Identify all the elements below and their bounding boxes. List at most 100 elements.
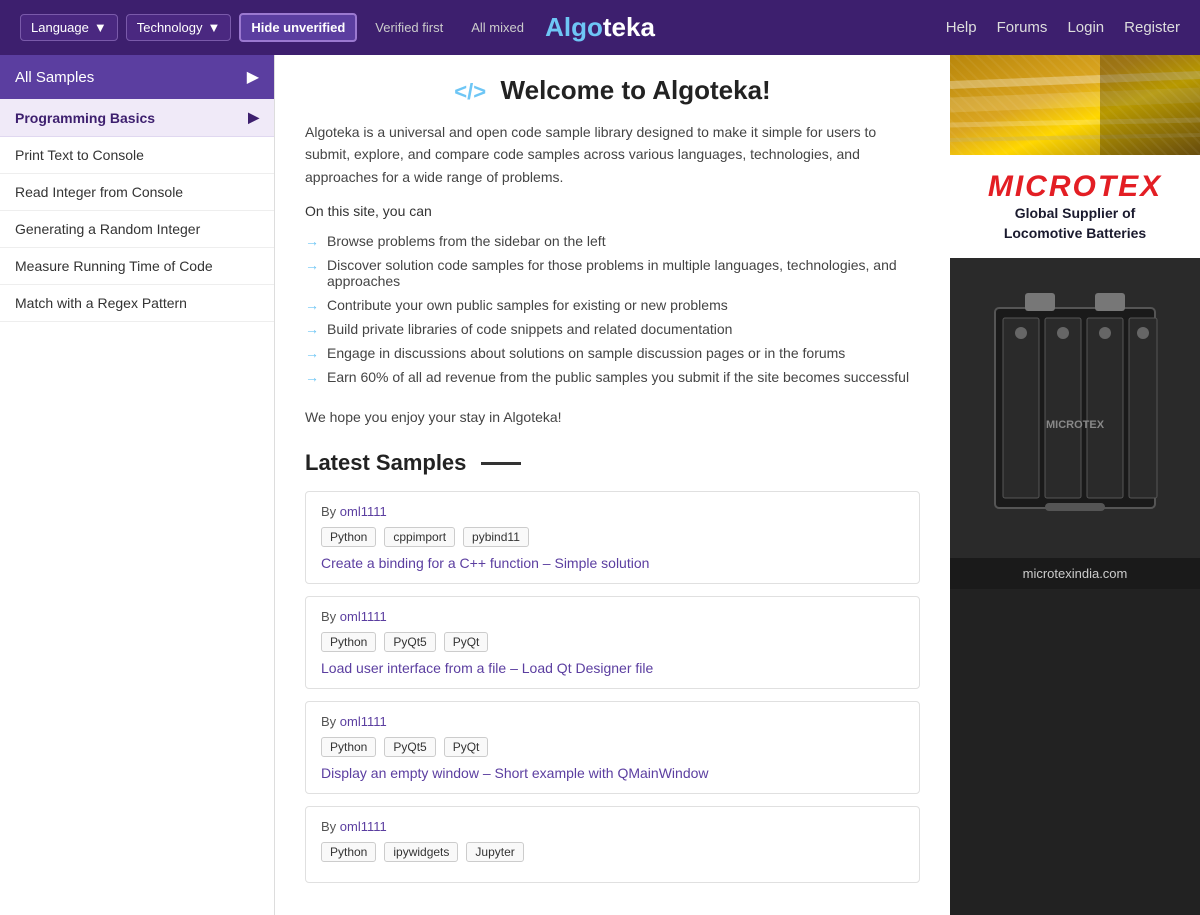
tag-jupyter: Jupyter [466,842,523,862]
hope-text: We hope you enjoy your stay in Algoteka! [305,409,920,425]
arrow-icon: → [305,345,319,361]
tag-python: Python [321,632,376,652]
ad-tagline: Global Supplier ofLocomotive Batteries [965,204,1185,243]
sample-title-link-3[interactable]: Display an empty window – Short example … [321,765,709,781]
bracket-icon: </> [454,79,486,104]
ad-microtex-block: MICROTEX Global Supplier ofLocomotive Ba… [950,155,1200,258]
sample-tags-1: Python cppimport pybind11 [321,527,904,547]
sidebar-item-label: Read Integer from Console [15,184,183,200]
feature-item-6: → Earn 60% of all ad revenue from the pub… [305,365,920,389]
feature-text: Browse problems from the sidebar on the … [327,233,606,249]
welcome-section: </> Welcome to Algoteka! Algoteka is a u… [305,75,920,425]
verified-first-button[interactable]: Verified first [365,15,453,40]
sidebar-all-samples[interactable]: All Samples ▶ [0,55,274,99]
ad-train-svg [950,55,1200,155]
sample-tags-3: Python PyQt5 PyQt [321,737,904,757]
sidebar-item-random-integer[interactable]: Generating a Random Integer [0,211,274,248]
nav-register[interactable]: Register [1124,19,1180,36]
sample-title-link-2[interactable]: Load user interface from a file – Load Q… [321,660,653,676]
technology-label: Technology [137,20,203,35]
tag-python: Python [321,737,376,757]
arrow-icon: → [305,297,319,313]
sample-title-link-1[interactable]: Create a binding for a C++ function – Si… [321,555,649,571]
sample-tags-4: Python ipywidgets Jupyter [321,842,904,862]
by-label: By [321,609,336,624]
feature-list: → Browse problems from the sidebar on the… [305,229,920,389]
language-dropdown[interactable]: Language ▼ [20,14,118,41]
nav-help[interactable]: Help [946,19,977,36]
sidebar-item-read-integer[interactable]: Read Integer from Console [0,174,274,211]
feature-item-5: → Engage in discussions about solutions o… [305,341,920,365]
feature-text: Earn 60% of all ad revenue from the publ… [327,369,909,385]
by-label: By [321,714,336,729]
feature-text: Discover solution code samples for those… [327,257,920,289]
tag-pybind11: pybind11 [463,527,529,547]
sidebar-item-label: Measure Running Time of Code [15,258,213,274]
tag-ipywidgets: ipywidgets [384,842,458,862]
sample-link-2: Load user interface from a file – Load Q… [321,660,904,676]
header-left: Language ▼ Technology ▼ Hide unverified … [20,13,534,42]
sample-card-1: By oml1111 Python cppimport pybind11 Cre… [305,491,920,584]
sample-by-2: By oml1111 [321,609,904,624]
sidebar-item-label: Print Text to Console [15,147,144,163]
logo-teka: teka [603,12,655,42]
arrow-icon: → [305,233,319,249]
technology-dropdown[interactable]: Technology ▼ [126,14,232,41]
content-area: </> Welcome to Algoteka! Algoteka is a u… [275,55,950,915]
nav-forums[interactable]: Forums [997,19,1048,36]
tag-python: Python [321,842,376,862]
sidebar-item-print-text[interactable]: Print Text to Console [0,137,274,174]
sample-link-3: Display an empty window – Short example … [321,765,904,781]
sample-author-link-1[interactable]: oml1111 [340,504,387,519]
ad-website: microtexindia.com [1023,566,1128,581]
sidebar: All Samples ▶ Programming Basics ▶ Print… [0,55,275,915]
sidebar-item-regex[interactable]: Match with a Regex Pattern [0,285,274,322]
welcome-title-text: Welcome to Algoteka! [501,75,771,105]
sample-author-link-2[interactable]: oml1111 [340,609,387,624]
sample-tags-2: Python PyQt5 PyQt [321,632,904,652]
all-mixed-button[interactable]: All mixed [461,15,534,40]
hide-unverified-button[interactable]: Hide unverified [239,13,357,42]
header-nav: Help Forums Login Register [946,19,1180,36]
svg-text:MICROTEX: MICROTEX [1046,419,1105,431]
on-this-site-label: On this site, you can [305,203,920,219]
feature-item-2: → Discover solution code samples for thos… [305,253,920,293]
sample-by-3: By oml1111 [321,714,904,729]
feature-item-4: →Build private libraries of code snippet… [305,317,920,341]
ad-brand-name: MICROTEX [965,170,1185,204]
sample-card-2: By oml1111 Python PyQt5 PyQt Load user i… [305,596,920,689]
feature-text: Engage in discussions about solutions on… [327,345,845,361]
arrow-icon: → [305,369,319,385]
arrow-icon: → [305,257,319,273]
header: Language ▼ Technology ▼ Hide unverified … [0,0,1200,55]
logo-algo: Algo [545,12,603,42]
ad-top-image [950,55,1200,155]
battery-svg: MICROTEX [975,278,1175,538]
tag-pyqt5: PyQt5 [384,737,435,757]
sidebar-item-label: Generating a Random Integer [15,221,200,237]
all-samples-label: All Samples [15,69,94,86]
ad-battery-image: MICROTEX [950,258,1200,558]
sample-author-link-4[interactable]: oml1111 [340,819,387,834]
tag-pyqt5: PyQt5 [384,632,435,652]
sample-card-4: By oml1111 Python ipywidgets Jupyter [305,806,920,883]
ad-panel: MICROTEX Global Supplier ofLocomotive Ba… [950,55,1200,915]
feature-item-3: → Contribute your own public samples for … [305,293,920,317]
nav-login[interactable]: Login [1067,19,1104,36]
feature-text: Contribute your own public samples for e… [327,297,728,313]
main-layout: All Samples ▶ Programming Basics ▶ Print… [0,55,1200,915]
sidebar-section-programming-basics[interactable]: Programming Basics ▶ [0,99,274,137]
sample-by-4: By oml1111 [321,819,904,834]
section-label: Programming Basics [15,110,155,126]
tag-pyqt: PyQt [444,737,489,757]
tag-python: Python [321,527,376,547]
by-label: By [321,819,336,834]
sample-card-3: By oml1111 Python PyQt5 PyQt Display an … [305,701,920,794]
chevron-down-icon: ▼ [94,20,107,35]
chevron-right-icon: ▶ [247,67,259,87]
welcome-description: Algoteka is a universal and open code sa… [305,121,920,188]
language-label: Language [31,20,89,35]
sample-author-link-3[interactable]: oml1111 [340,714,387,729]
sidebar-item-running-time[interactable]: Measure Running Time of Code [0,248,274,285]
chevron-down-icon: ▼ [208,20,221,35]
